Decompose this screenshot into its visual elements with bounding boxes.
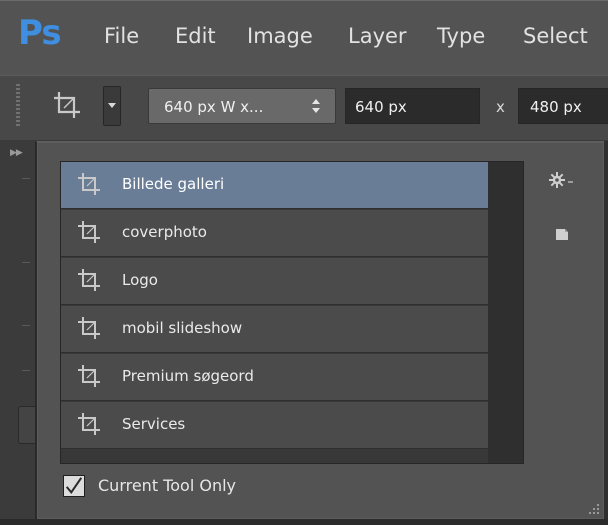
preset-list-item-label: coverphoto: [122, 223, 207, 241]
options-bar-grip[interactable]: [16, 84, 20, 128]
crop-preset-icon: [78, 317, 100, 339]
height-input-value: 480 px: [530, 98, 582, 116]
times-label: x: [496, 98, 505, 116]
crop-preset-icon: [78, 173, 100, 195]
resize-grip-icon[interactable]: [585, 500, 601, 516]
tools-panel: [0, 141, 36, 525]
preset-list-scrollbar[interactable]: [488, 162, 523, 463]
current-tool-only-checkbox[interactable]: [63, 475, 85, 497]
preset-list-item[interactable]: mobil slideshow: [61, 306, 488, 353]
crop-preset-icon: [78, 413, 100, 435]
preset-list-item-label: Services: [122, 415, 186, 433]
crop-tool-icon[interactable]: [52, 90, 82, 120]
tool-preset-dropdown-button[interactable]: [103, 86, 121, 126]
menu-layer[interactable]: Layer: [348, 24, 407, 48]
width-input-value: 640 px: [355, 98, 407, 116]
preset-list-item[interactable]: coverphoto: [61, 210, 488, 257]
preset-list-item-label: mobil slideshow: [122, 319, 243, 337]
crop-preset-icon: [78, 269, 100, 291]
crop-ratio-select-value: 640 px W x...: [164, 98, 264, 116]
preset-list-item[interactable]: Services: [61, 402, 488, 449]
preset-list-item[interactable]: Premium søgeord: [61, 354, 488, 401]
panel-separator: [22, 178, 30, 179]
panel-separator: [22, 262, 30, 263]
current-tool-only-label: Current Tool Only: [98, 476, 236, 495]
checkmark-icon: [65, 477, 83, 495]
preset-list-item-label: Billede galleri: [122, 175, 225, 193]
expand-panel-icon[interactable]: ▶▶: [10, 148, 23, 158]
menu-edit[interactable]: Edit: [175, 24, 216, 48]
new-preset-icon[interactable]: [554, 225, 570, 241]
menu-type[interactable]: Type: [437, 24, 485, 48]
photoshop-logo[interactable]: Ps: [18, 13, 62, 53]
crop-preset-icon: [78, 365, 100, 387]
up-down-arrows-icon: [312, 99, 320, 113]
preset-list-item-label: Premium søgeord: [122, 367, 254, 385]
gear-icon[interactable]: [548, 170, 574, 190]
panel-separator: [22, 325, 30, 326]
preset-list-item-label: Logo: [122, 271, 158, 289]
menu-file[interactable]: File: [104, 24, 139, 48]
preset-list-item[interactable]: Logo: [61, 258, 488, 305]
tools-panel-slot[interactable]: [18, 406, 35, 444]
crop-preset-icon: [78, 221, 100, 243]
window-bottom-edge: [0, 519, 608, 525]
menu-image[interactable]: Image: [247, 24, 313, 48]
preset-list-item[interactable]: Billede galleri: [61, 162, 488, 209]
panel-separator: [22, 370, 30, 371]
menu-select[interactable]: Select: [523, 24, 588, 48]
